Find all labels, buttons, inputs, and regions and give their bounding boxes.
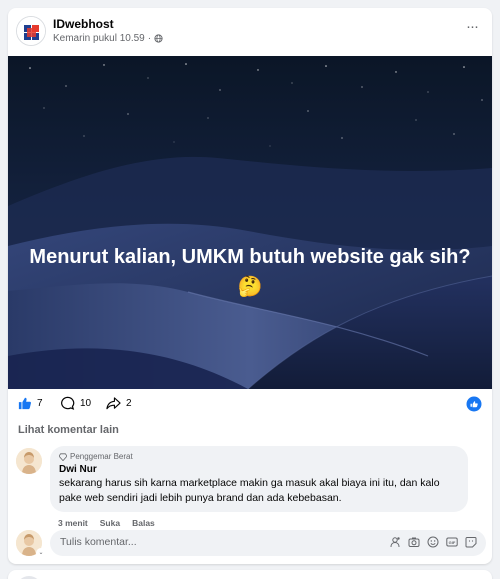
like-count: 7 xyxy=(37,397,43,409)
fan-badge-label: Penggemar Berat xyxy=(70,452,133,461)
page-avatar[interactable] xyxy=(16,16,46,46)
desert-night-image xyxy=(8,56,492,389)
composer-tools: GIF xyxy=(388,535,478,549)
post-meta: Kemarin pukul 10.59 · xyxy=(53,33,163,44)
comment-reply-button[interactable]: Balas xyxy=(132,518,155,528)
commenter-avatar[interactable] xyxy=(16,448,42,474)
comment-author[interactable]: Dwi Nur xyxy=(59,464,460,475)
post-timestamp[interactable]: Kemarin pukul 10.59 xyxy=(53,33,145,44)
emoji-icon[interactable] xyxy=(426,535,440,549)
comment-actions: 3 menit Suka Balas xyxy=(58,518,155,528)
gif-icon[interactable]: GIF xyxy=(445,535,459,549)
comment-bubble-icon xyxy=(61,396,75,410)
diamond-icon xyxy=(59,452,67,461)
comment-input[interactable]: Tulis komentar... GIF xyxy=(50,530,486,556)
comment-button[interactable]: 10 xyxy=(60,396,91,411)
comment-bubble: Penggemar Berat Dwi Nur sekarang harus s… xyxy=(50,446,468,512)
share-button[interactable]: 2 xyxy=(106,396,132,411)
like-button[interactable]: 7 xyxy=(18,396,43,410)
next-post-card xyxy=(8,570,492,579)
avatar-sticker-icon[interactable] xyxy=(388,535,402,549)
post-header: IDwebhost Kemarin pukul 10.59 · ··· xyxy=(8,8,492,54)
share-count: 2 xyxy=(126,398,132,409)
post-image-text: Menurut kalian, UMKM butuh website gak s… xyxy=(29,246,471,298)
idwebhost-logo-icon xyxy=(17,17,45,45)
comment-count: 10 xyxy=(80,398,92,409)
camera-icon[interactable] xyxy=(407,535,421,549)
svg-text:GIF: GIF xyxy=(449,540,456,545)
reaction-bar: 7 10 2 xyxy=(8,393,492,417)
page-name[interactable]: IDwebhost xyxy=(53,17,114,31)
share-circle-icon xyxy=(466,396,482,412)
globe-icon xyxy=(154,34,163,43)
post-image[interactable]: Menurut kalian, UMKM butuh website gak s… xyxy=(8,56,492,389)
comment-time[interactable]: 3 menit xyxy=(58,518,88,528)
see-more-comments-link[interactable]: Lihat komentar lain xyxy=(18,424,119,436)
post-card: IDwebhost Kemarin pukul 10.59 · ··· Menu… xyxy=(8,8,492,564)
comment-text: sekarang harus sih karna marketplace mak… xyxy=(59,477,440,504)
share-circle-button[interactable] xyxy=(466,396,482,412)
comment-input-placeholder: Tulis komentar... xyxy=(60,536,137,548)
thumbs-up-icon xyxy=(18,397,31,410)
avatar-image xyxy=(16,448,42,474)
fan-badge: Penggemar Berat xyxy=(59,452,460,461)
meta-separator: · xyxy=(147,33,152,44)
comment-composer: ⌄ Tulis komentar... GIF xyxy=(16,528,486,558)
chevron-down-icon[interactable]: ⌄ xyxy=(36,548,46,558)
sticker-icon[interactable] xyxy=(464,535,478,549)
share-arrow-icon xyxy=(106,397,121,410)
comment-like-button[interactable]: Suka xyxy=(100,518,120,528)
more-options-icon[interactable]: ··· xyxy=(462,19,482,38)
